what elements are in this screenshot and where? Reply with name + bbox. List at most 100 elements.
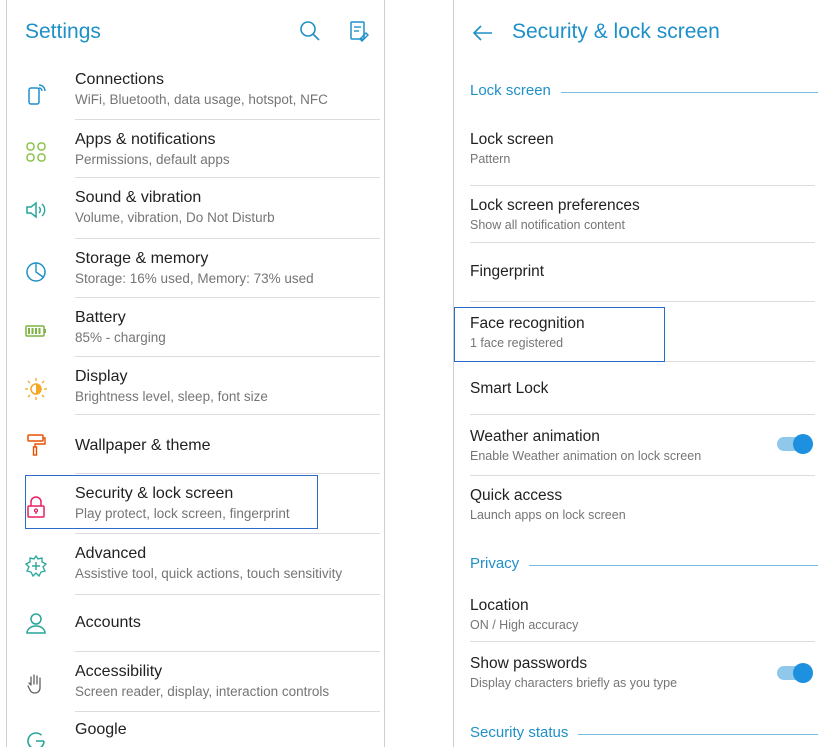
- divider: [75, 297, 380, 298]
- toggle-thumb: [793, 663, 813, 683]
- item-title: Lock screen preferences: [470, 197, 640, 214]
- sidebar-item-sound-vibration[interactable]: Sound & vibration Volume, vibration, Do …: [7, 184, 384, 244]
- item-subtitle: Pattern: [470, 152, 511, 166]
- phone-signal-icon: [24, 82, 48, 106]
- brightness-icon: [24, 377, 48, 401]
- item-lock-screen[interactable]: Lock screen Pattern: [454, 130, 818, 180]
- item-title: Fingerprint: [470, 263, 545, 280]
- sidebar-item-accounts[interactable]: Accounts: [7, 601, 384, 661]
- divider: [470, 475, 815, 476]
- settings-app-bar: Settings: [7, 0, 384, 64]
- section-label: Security status: [470, 724, 579, 741]
- item-title: Face recognition: [470, 315, 585, 332]
- item-subtitle: Play protect, lock screen, fingerprint: [75, 506, 290, 521]
- item-title: Show passwords: [470, 655, 588, 672]
- item-title: Apps & notifications: [75, 131, 216, 148]
- item-title: Battery: [75, 309, 126, 326]
- item-subtitle: 1 face registered: [470, 336, 564, 350]
- item-smart-lock[interactable]: Smart Lock: [454, 379, 818, 403]
- show-passwords-toggle[interactable]: [777, 663, 813, 683]
- section-label: Lock screen: [470, 82, 561, 99]
- page-title: Security & lock screen: [512, 20, 720, 43]
- page-title: Settings: [25, 20, 101, 43]
- item-title: Security & lock screen: [75, 485, 234, 502]
- item-subtitle: Permissions, default apps: [75, 152, 230, 167]
- item-lock-screen-preferences[interactable]: Lock screen preferences Show all notific…: [454, 196, 818, 240]
- sidebar-item-connections[interactable]: Connections WiFi, Bluetooth, data usage,…: [7, 66, 384, 126]
- item-subtitle: Assistive tool, quick actions, touch sen…: [75, 566, 343, 581]
- item-subtitle: Storage: 16% used, Memory: 73% used: [75, 271, 314, 286]
- item-location[interactable]: Location ON / High accuracy: [454, 596, 818, 636]
- item-title: Weather animation: [470, 428, 600, 445]
- divider: [75, 119, 380, 120]
- item-title: Display: [75, 368, 128, 385]
- item-title: Google: [75, 721, 127, 738]
- hand-icon: [24, 672, 48, 696]
- battery-icon: [24, 319, 48, 343]
- search-icon[interactable]: [298, 19, 322, 48]
- item-quick-access[interactable]: Quick access Launch apps on lock screen: [454, 486, 818, 526]
- item-subtitle: Enable Weather animation on lock screen: [470, 449, 702, 463]
- divider: [470, 301, 815, 302]
- item-subtitle: Screen reader, display, interaction cont…: [75, 684, 330, 699]
- item-weather-animation[interactable]: Weather animation Enable Weather animati…: [454, 427, 818, 467]
- divider: [470, 641, 815, 642]
- section-label: Privacy: [470, 555, 530, 572]
- item-face-recognition[interactable]: Face recognition 1 face registered: [454, 314, 818, 354]
- divider: [75, 177, 380, 178]
- sidebar-item-advanced[interactable]: Advanced Assistive tool, quick actions, …: [7, 540, 384, 600]
- speaker-icon: [24, 198, 48, 222]
- divider: [75, 594, 380, 595]
- divider: [75, 711, 380, 712]
- section-header-lock-screen: Lock screen: [470, 82, 818, 102]
- sidebar-item-accessibility[interactable]: Accessibility Screen reader, display, in…: [7, 658, 384, 718]
- sidebar-item-storage-memory[interactable]: Storage & memory Storage: 16% used, Memo…: [7, 245, 384, 305]
- paint-roller-icon: [24, 433, 48, 457]
- item-title: Storage & memory: [75, 250, 209, 267]
- item-subtitle: Display characters briefly as you type: [470, 676, 678, 690]
- item-fingerprint[interactable]: Fingerprint: [454, 262, 818, 286]
- section-header-security-status: Security status: [470, 724, 818, 744]
- back-arrow-icon[interactable]: [471, 21, 495, 50]
- sidebar-item-wallpaper-theme[interactable]: Wallpaper & theme: [7, 421, 384, 481]
- settings-panel: Settings Connections WiFi, Bluetooth, da…: [6, 0, 385, 747]
- item-title: Location: [470, 597, 529, 614]
- security-app-bar: Security & lock screen: [454, 0, 818, 64]
- sidebar-item-google[interactable]: Google: [7, 716, 384, 747]
- item-title: Sound & vibration: [75, 189, 202, 206]
- item-subtitle: Brightness level, sleep, font size: [75, 389, 268, 404]
- item-subtitle: 85% - charging: [75, 330, 166, 345]
- divider: [75, 651, 380, 652]
- gear-plus-icon: [24, 554, 48, 578]
- section-header-privacy: Privacy: [470, 555, 818, 575]
- divider: [75, 473, 380, 474]
- person-icon: [24, 611, 48, 635]
- google-icon: [24, 730, 48, 747]
- divider: [665, 361, 815, 362]
- item-subtitle: Launch apps on lock screen: [470, 508, 626, 522]
- sidebar-item-battery[interactable]: Battery 85% - charging: [7, 304, 384, 364]
- item-title: Lock screen: [470, 131, 554, 148]
- lock-icon: [24, 495, 48, 519]
- divider: [75, 238, 380, 239]
- apps-grid-icon: [24, 140, 48, 164]
- item-subtitle: Show all notification content: [470, 218, 625, 232]
- weather-animation-toggle[interactable]: [777, 434, 813, 454]
- item-title: Accessibility: [75, 663, 163, 680]
- item-title: Accounts: [75, 614, 141, 631]
- divider: [470, 414, 815, 415]
- item-title: Smart Lock: [470, 380, 549, 397]
- item-subtitle: ON / High accuracy: [470, 618, 579, 632]
- sidebar-item-security[interactable]: Security & lock screen Play protect, loc…: [7, 480, 384, 540]
- divider: [75, 356, 380, 357]
- divider: [470, 185, 815, 186]
- item-title: Connections: [75, 71, 164, 88]
- item-title: Quick access: [470, 487, 563, 504]
- clipboard-edit-icon[interactable]: [347, 19, 371, 48]
- divider: [75, 414, 380, 415]
- item-subtitle: WiFi, Bluetooth, data usage, hotspot, NF…: [75, 92, 328, 107]
- security-lock-screen-panel: Security & lock screen Lock screen Lock …: [453, 0, 818, 747]
- item-title: Advanced: [75, 545, 147, 562]
- divider: [75, 533, 380, 534]
- item-show-passwords[interactable]: Show passwords Display characters briefl…: [454, 654, 818, 694]
